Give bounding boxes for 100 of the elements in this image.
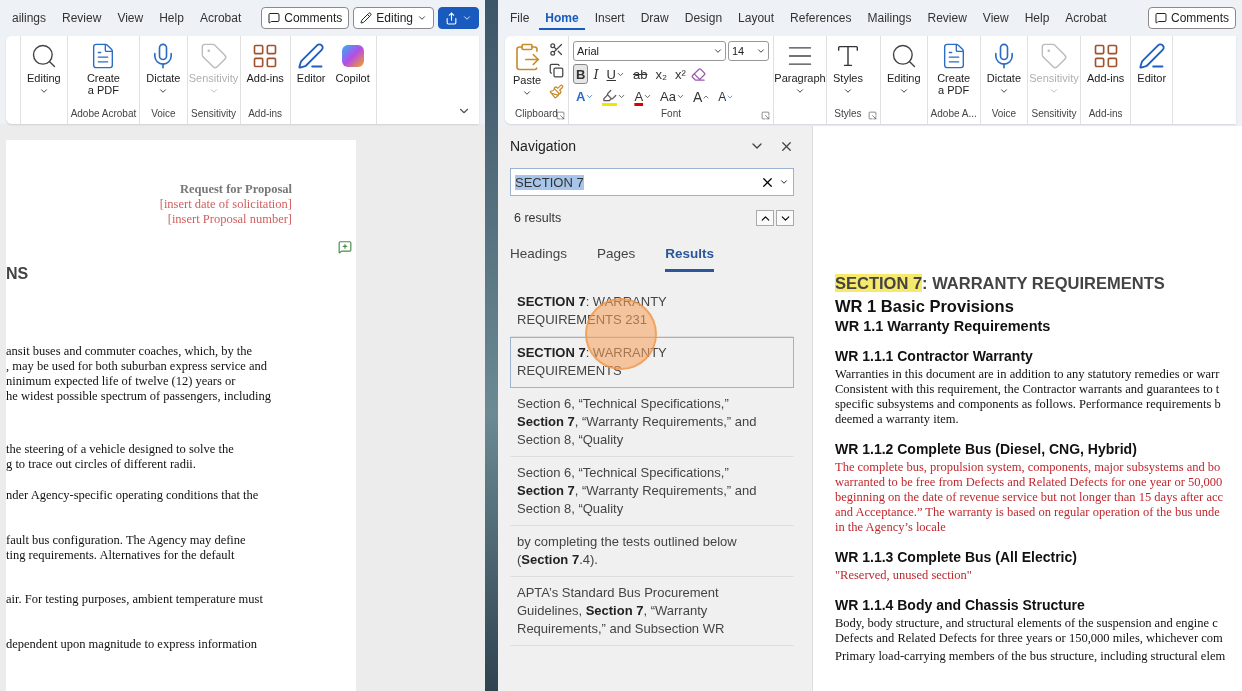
ribbon-tab[interactable]: Review (921, 6, 973, 30)
ribbon-tab[interactable]: Home (539, 6, 585, 30)
ribbon-button[interactable]: Create a PDF (930, 40, 977, 98)
search-result[interactable]: SECTION 7: WARRANTY REQUIREMENTS (510, 337, 794, 388)
dialog-launcher-icon[interactable] (556, 111, 565, 120)
body-text-line: and Acceptance.” The warranty is based on regular operation of the bus unde (835, 505, 1221, 520)
paste-button[interactable]: Paste (509, 40, 545, 100)
search-result[interactable]: Section 6, “Technical Specifications,” Section 7, “Warranty Requirements,” and Section 8, “Quality (510, 457, 794, 526)
format-button[interactable]: x² (671, 64, 689, 85)
ribbon-tab[interactable]: Layout (732, 6, 781, 30)
comment-icon[interactable] (338, 240, 352, 254)
format-button[interactable]: x₂ (652, 64, 670, 85)
body-text-line: Defects and Related Defects for three years or 150,000 miles, whichever com (835, 631, 1224, 646)
share-icon (445, 11, 458, 25)
group-label: Sensitivity (191, 108, 236, 121)
group-label: Voice (991, 108, 1017, 121)
comment-icon (268, 12, 281, 24)
group-label: Sensitivity (1031, 108, 1077, 121)
ribbon-button[interactable]: Editor (293, 40, 329, 86)
ribbon-button[interactable]: Dictate (143, 40, 184, 98)
ribbon-button[interactable]: Editing (883, 40, 924, 98)
ribbon-tab[interactable]: File (504, 6, 536, 30)
search-field[interactable]: SECTION 7 (510, 168, 794, 196)
eraser-icon[interactable] (690, 66, 706, 82)
ribbon-tab[interactable]: Acrobat (193, 6, 248, 30)
format-button[interactable]: A (689, 86, 714, 107)
ribbon-button[interactable]: Dictate (983, 40, 1024, 98)
font-name-field[interactable]: Arial (573, 41, 726, 62)
format-button[interactable]: A (631, 86, 656, 107)
format-button[interactable]: A (573, 86, 598, 107)
group-label: Adobe A... (930, 108, 977, 121)
search-result[interactable]: by completing the tests outlined below (Section 7.4). (510, 526, 794, 577)
editing-mode-button[interactable]: Editing (353, 7, 434, 29)
body-text-line: Warranties in this document are in addition to any statutory remedies or warr (835, 367, 1221, 382)
ribbon-tab[interactable]: References (784, 6, 858, 30)
format-button[interactable]: B (573, 64, 589, 85)
pen-icon (297, 42, 326, 70)
font-size-field[interactable]: 14 (728, 41, 769, 62)
placeholder-text: [insert date of solicitation] (158, 197, 293, 212)
format-button[interactable]: ab (629, 64, 651, 85)
format-button[interactable]: A (715, 86, 738, 107)
pencil-icon (360, 12, 373, 24)
caret-icon (522, 88, 532, 98)
ribbon-tab[interactable]: Help (153, 6, 190, 30)
paintbrush-icon[interactable] (549, 84, 564, 99)
ribbon-tab[interactable]: Mailings (861, 6, 918, 30)
section-heading: NS (6, 265, 30, 283)
body-text-line: the steering of a vehicle designed to solve the (6, 442, 235, 457)
ribbon-button[interactable]: Create a PDF (80, 40, 127, 98)
ribbon-tab[interactable]: Insert (588, 6, 631, 30)
ribbon-button[interactable]: Styles (830, 40, 866, 98)
share-button[interactable] (438, 7, 479, 29)
body-text-line: Consistent with this requirement, the Contractor warrants and guarantees to t (835, 382, 1221, 397)
search-result[interactable]: APTA’s Standard Bus Procurement Guidelines, Section 7, “Warranty Requirements,” and Subsection WR (510, 577, 794, 646)
comments-button[interactable]: Comments (1148, 7, 1236, 29)
ribbon-button[interactable]: Editor (1134, 40, 1170, 86)
pane-tab[interactable]: Pages (597, 242, 636, 272)
ribbon-tab[interactable]: ailings (6, 6, 53, 30)
ribbon-tab[interactable]: Acrobat (1059, 6, 1113, 30)
ribbon-tab[interactable]: Design (678, 6, 729, 30)
ribbon-tab[interactable]: Draw (634, 6, 675, 30)
dialog-launcher-icon[interactable] (867, 111, 877, 120)
comment-icon (1155, 12, 1167, 24)
body-text-line: ting requirements. Alternatives for the default (6, 548, 236, 563)
format-button[interactable]: U (603, 64, 628, 85)
ribbon-tab[interactable]: Help (1018, 6, 1056, 30)
placeholder-text: [insert Proposal number] (166, 212, 293, 227)
ribbon-tab[interactable]: View (111, 6, 150, 30)
pane-tab[interactable]: Headings (510, 242, 568, 272)
ribbon-tab[interactable]: Review (56, 6, 108, 30)
caret-icon (462, 13, 472, 23)
tag-icon (1040, 42, 1068, 70)
ribbon-button[interactable]: Copilot (332, 40, 373, 86)
ribbon-button[interactable]: Add-ins (1084, 40, 1128, 86)
next-result-button[interactable] (776, 210, 794, 226)
ribbon-button[interactable]: Editing (24, 40, 64, 98)
body-text-line: Primary load-carrying members of the bus structure, including structural elem (835, 649, 1227, 664)
cut-icon[interactable] (549, 42, 564, 57)
ribbon-button[interactable]: Paragraph (777, 40, 823, 98)
dialog-launcher-icon[interactable] (761, 111, 770, 120)
ribbon-button[interactable]: Add-ins (243, 40, 287, 86)
ribbon-tab[interactable]: View (976, 6, 1015, 30)
caret-icon (417, 13, 427, 23)
copy-icon[interactable] (549, 63, 564, 78)
previous-result-button[interactable] (756, 210, 774, 226)
search-result[interactable]: Section 6, “Technical Specifications,” Section 7, “Warranty Requirements,” and Section 8, “Quality (510, 388, 794, 457)
format-button[interactable]: I (590, 64, 602, 85)
caret-icon[interactable] (779, 177, 789, 187)
comments-button[interactable]: Comments (261, 7, 350, 29)
pen-icon (1137, 42, 1166, 70)
subsection-heading: WR 1.1.1 Contractor Warranty (835, 348, 1034, 364)
document-title: Request for Proposal (178, 182, 293, 197)
pane-tab[interactable]: Results (665, 242, 715, 272)
subsection-heading: WR 1.1.3 Complete Bus (All Electric) (835, 549, 1078, 565)
caret-icon (843, 86, 853, 96)
group-label: Styles (834, 108, 862, 121)
body-text-line: Body, body structure, and structural elements of the suspension and engine c (835, 616, 1219, 631)
subsection-heading: WR 1.1 Warranty Requirements (835, 318, 1052, 334)
format-button[interactable]: Aa (657, 86, 688, 107)
group-label: Add-ins (1088, 108, 1123, 121)
